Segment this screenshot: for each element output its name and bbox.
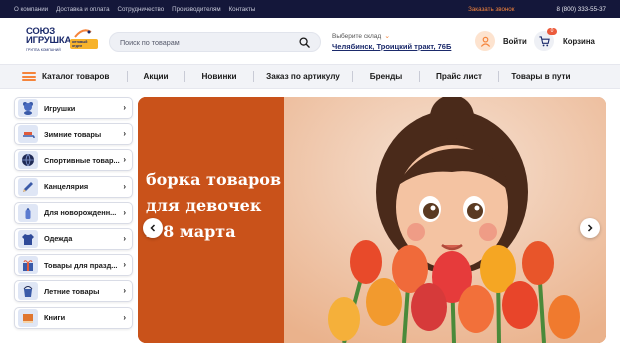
chevron-left-icon (150, 224, 156, 232)
logo-wordmark: СОЮЗ ИГРУШКА (26, 27, 72, 46)
logo-line2: ИГРУШКА (26, 35, 72, 46)
jacket-icon (18, 229, 38, 248)
slider-prev-button[interactable] (143, 218, 163, 238)
search-input[interactable] (120, 33, 290, 51)
top-link-cooperation[interactable]: Сотрудничество (118, 6, 165, 13)
user-icon (475, 31, 495, 51)
callback-link[interactable]: Заказать звонок (468, 6, 514, 13)
sled-icon (18, 125, 38, 144)
category-sidebar: Игрушки › Зимние товары › Спортивные тов… (14, 97, 133, 333)
category-label: Одежда (44, 234, 73, 244)
warehouse-selector[interactable]: Выберите склад ⌄ Челябинск, Троицкий тра… (332, 32, 451, 52)
cart-count-badge: 0 (547, 28, 557, 35)
logo-tag: оптовый отдел (70, 39, 98, 49)
category-toys[interactable]: Игрушки › (14, 97, 133, 119)
baby-bottle-icon (18, 203, 38, 222)
catalog-label: Каталог товаров (42, 72, 110, 81)
category-summer[interactable]: Летние товары › (14, 280, 133, 303)
top-link-delivery[interactable]: Доставка и оплата (56, 6, 109, 13)
top-bar-right: Заказать звонок 8 (800) 333-55-37 (468, 6, 606, 13)
category-newborn[interactable]: Для новорожденн... › (14, 201, 133, 224)
gift-icon (18, 256, 38, 275)
category-sport[interactable]: Спортивные товар... › (14, 149, 133, 172)
nav-item-sales[interactable]: Акции (128, 72, 184, 81)
category-party[interactable]: Товары для празд... › (14, 254, 133, 277)
category-label: Товары для празд... (44, 260, 118, 270)
banner-headline-line2: для девочек (146, 196, 262, 215)
chevron-right-icon: › (123, 129, 126, 139)
login-label: Войти (503, 36, 527, 46)
top-link-contacts[interactable]: Контакты (229, 6, 256, 13)
warehouse-label: Выберите склад ⌄ (332, 32, 451, 41)
category-label: Для новорожденн... (44, 208, 117, 218)
chevron-right-icon: › (123, 286, 126, 296)
banner-headline-line3: к 8 марта (146, 222, 236, 241)
top-link-about[interactable]: О компании (14, 6, 48, 13)
category-winter[interactable]: Зимние товары › (14, 123, 133, 146)
chevron-right-icon (587, 224, 593, 232)
header: СОЮЗ ИГРУШКА ГРУППА КОМПАНИЙ оптовый отд… (0, 18, 620, 64)
category-label: Канцелярия (44, 182, 89, 192)
warehouse-value[interactable]: Челябинск, Троицкий тракт, 76Б (332, 42, 451, 51)
chevron-right-icon: › (123, 312, 126, 322)
category-clothes[interactable]: Одежда › (14, 227, 133, 250)
chevron-right-icon: › (123, 103, 126, 112)
chevron-down-icon: ⌄ (384, 33, 391, 40)
cart-button[interactable]: 0 Корзина (534, 28, 595, 51)
chevron-right-icon: › (123, 181, 126, 191)
banner-headline: борка товаров для девочек к 8 марта (146, 167, 346, 245)
logo-swoosh-icon (74, 29, 92, 38)
pencil-icon (18, 177, 38, 196)
top-link-manufacturers[interactable]: Производителям (172, 6, 220, 13)
search-icon[interactable] (299, 37, 310, 48)
nav-item-new[interactable]: Новинки (185, 72, 253, 81)
promo-banner[interactable]: борка товаров для девочек к 8 марта (138, 97, 606, 343)
cart-icon: 0 (534, 28, 557, 51)
chevron-right-icon: › (123, 155, 126, 165)
main-nav: Каталог товаров Акции Новинки Заказ по а… (0, 64, 620, 89)
slider-next-button[interactable] (580, 218, 600, 238)
category-label: Спортивные товар... (44, 155, 120, 165)
logo-subtitle: ГРУППА КОМПАНИЙ (26, 48, 61, 52)
catalog-button[interactable]: Каталог товаров (22, 72, 127, 81)
warehouse-label-text: Выберите склад (332, 32, 382, 40)
chevron-right-icon: › (123, 207, 126, 217)
phone-number[interactable]: 8 (800) 333-55-37 (556, 6, 606, 13)
chevron-right-icon: › (123, 260, 126, 270)
nav-item-brands[interactable]: Бренды (353, 72, 419, 81)
menu-icon (22, 72, 36, 81)
bucket-icon (18, 282, 38, 301)
category-label: Книги (44, 313, 66, 322)
book-icon (18, 308, 38, 327)
top-bar: О компании Доставка и оплата Сотрудничес… (0, 0, 620, 18)
nav-item-order-by-sku[interactable]: Заказ по артикулу (254, 72, 352, 81)
category-label: Игрушки (44, 103, 76, 113)
ball-icon (18, 151, 38, 170)
banner-headline-line1: борка товаров (146, 170, 282, 189)
chevron-right-icon: › (123, 233, 126, 243)
teddy-bear-icon (18, 99, 38, 117)
cart-label: Корзина (563, 36, 595, 46)
nav-item-price-list[interactable]: Прайс лист (420, 72, 498, 81)
top-links: О компании Доставка и оплата Сотрудничес… (14, 6, 255, 13)
nav-item-in-transit[interactable]: Товары в пути (499, 72, 583, 81)
category-label: Летние товары (44, 286, 100, 296)
category-label: Зимние товары (44, 129, 102, 139)
logo[interactable]: СОЮЗ ИГРУШКА ГРУППА КОМПАНИЙ оптовый отд… (26, 27, 98, 57)
category-stationery[interactable]: Канцелярия › (14, 175, 133, 198)
search-box (109, 32, 321, 52)
category-books[interactable]: Книги › (14, 306, 133, 329)
login-button[interactable]: Войти (475, 31, 527, 51)
